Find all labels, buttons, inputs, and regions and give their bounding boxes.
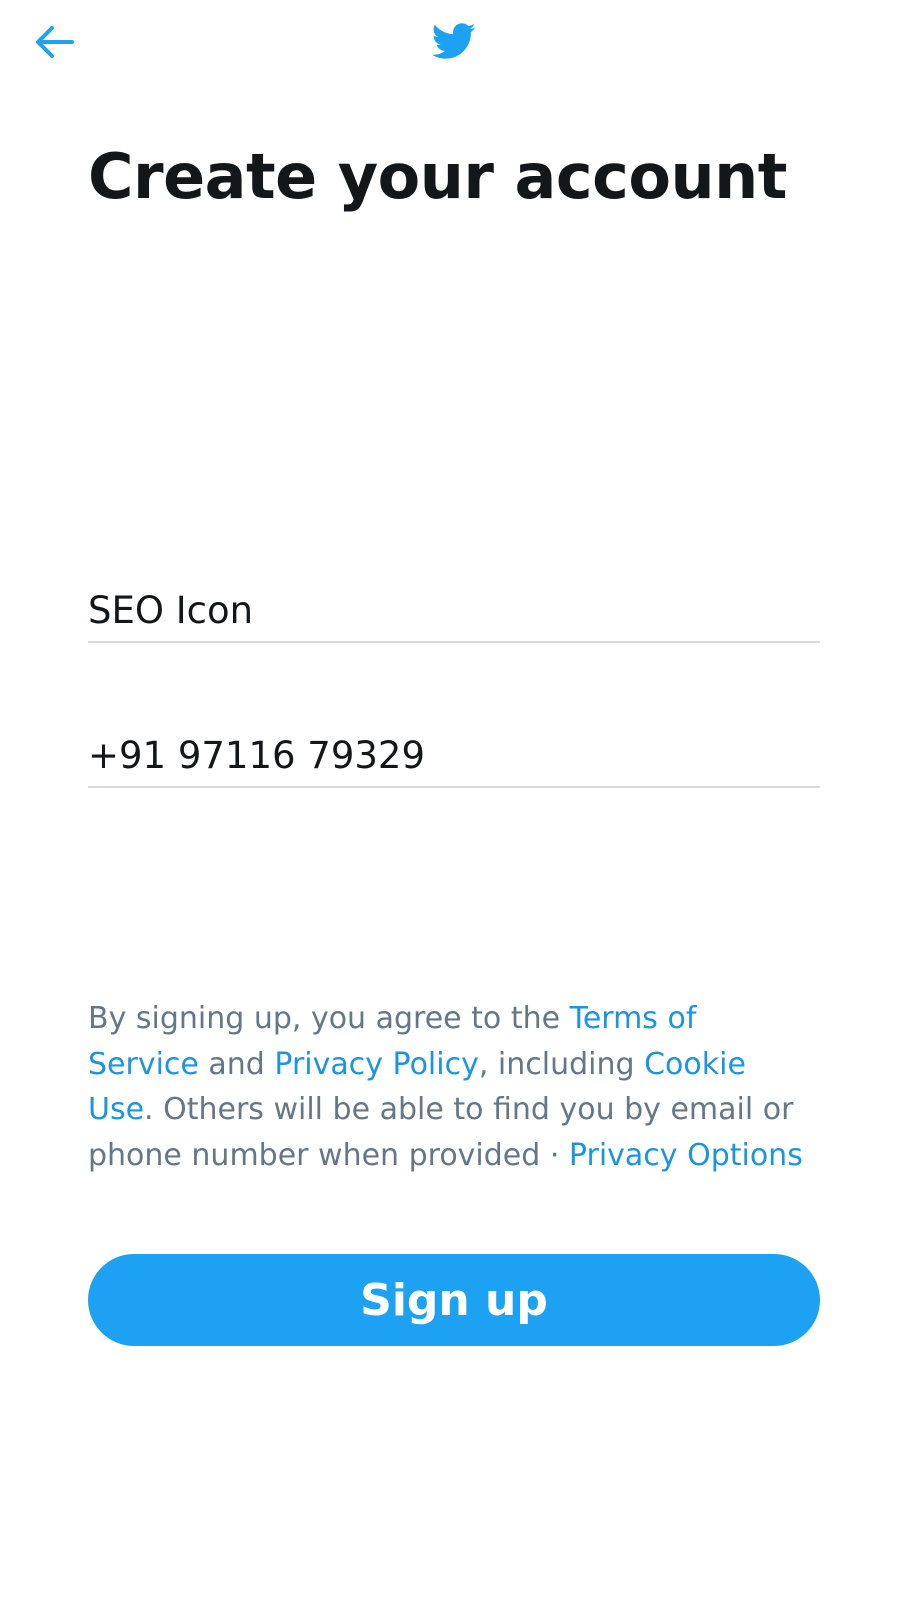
page-title: Create your account — [88, 140, 787, 213]
name-field[interactable] — [88, 579, 820, 643]
back-arrow-icon — [36, 26, 74, 58]
back-button[interactable] — [30, 20, 78, 64]
legal-text: By signing up, you agree to the — [88, 1001, 570, 1036]
privacy-policy-link[interactable]: Privacy Policy — [274, 1047, 478, 1082]
phone-field[interactable] — [88, 724, 820, 788]
legal-text: , including — [478, 1046, 645, 1082]
sign-up-button[interactable]: Sign up — [88, 1254, 820, 1346]
legal-notice: By signing up, you agree to the Terms of… — [88, 996, 808, 1178]
top-bar — [0, 0, 908, 90]
twitter-bird-icon — [431, 23, 476, 59]
legal-text: and — [198, 1046, 275, 1082]
privacy-options-link[interactable]: Privacy Options — [569, 1138, 803, 1173]
